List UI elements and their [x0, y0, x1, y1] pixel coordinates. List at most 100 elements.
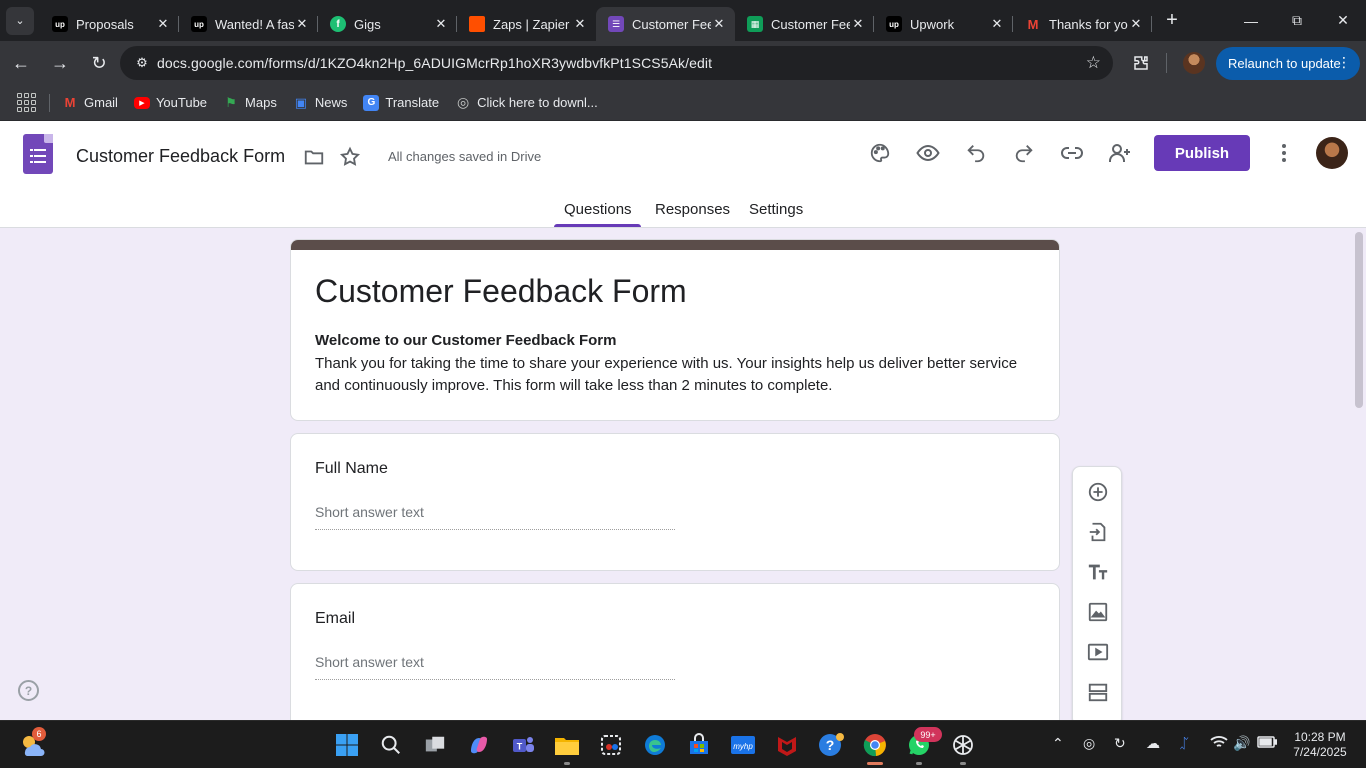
sync-icon[interactable]: ↻: [1114, 735, 1126, 752]
help-icon[interactable]: ?: [18, 680, 39, 701]
page-scrollbar[interactable]: [1355, 232, 1363, 408]
bookmark-label: Maps: [245, 95, 277, 110]
new-tab-button[interactable]: +: [1158, 7, 1186, 35]
add-image-icon[interactable]: [1085, 599, 1111, 625]
form-description-heading[interactable]: Welcome to our Customer Feedback Form: [315, 332, 616, 349]
volume-icon[interactable]: 🔊: [1233, 735, 1250, 752]
microsoft-store-icon[interactable]: [685, 731, 713, 759]
publish-button[interactable]: Publish: [1154, 135, 1250, 171]
question-title[interactable]: Email: [315, 610, 355, 628]
bookmark-translate[interactable]: G Translate: [363, 94, 439, 111]
close-icon[interactable]: ✕: [294, 16, 310, 32]
site-info-icon[interactable]: ⚙: [128, 55, 156, 71]
file-explorer-icon[interactable]: [553, 731, 581, 759]
customize-theme-icon[interactable]: [864, 137, 896, 169]
close-icon[interactable]: ✕: [711, 16, 727, 32]
tab-questions[interactable]: Questions: [564, 201, 632, 218]
preview-eye-icon[interactable]: [912, 137, 944, 169]
copilot-icon[interactable]: [465, 731, 493, 759]
reload-button[interactable]: ↻: [81, 45, 117, 81]
tab-search-chevron-icon[interactable]: ⌄: [6, 6, 34, 35]
active-tab-indicator: [554, 224, 641, 227]
add-collaborator-icon[interactable]: [1104, 137, 1136, 169]
browser-tab[interactable]: Zaps | Zapier ✕: [457, 7, 596, 41]
task-view-icon[interactable]: [421, 731, 449, 759]
edge-icon[interactable]: [641, 731, 669, 759]
minimize-button[interactable]: —: [1228, 0, 1274, 41]
mcafee-icon[interactable]: [773, 731, 801, 759]
bookmark-news[interactable]: ▣ News: [293, 95, 348, 111]
relaunch-button[interactable]: Relaunch to update ⋮: [1216, 47, 1360, 80]
browser-tab[interactable]: up Wanted! A fast-paced ✕: [179, 7, 318, 41]
form-title[interactable]: Customer Feedback Form: [315, 273, 687, 310]
close-icon[interactable]: ✕: [433, 16, 449, 32]
chrome-icon[interactable]: [861, 731, 889, 759]
get-help-icon[interactable]: ?: [817, 731, 845, 759]
wifi-icon[interactable]: [1210, 735, 1228, 752]
move-to-folder-icon[interactable]: [298, 141, 330, 173]
form-description[interactable]: Thank you for taking the time to share y…: [315, 353, 1045, 397]
back-button[interactable]: ←: [3, 45, 39, 81]
close-icon[interactable]: ✕: [989, 16, 1005, 32]
question-card[interactable]: Email Short answer text: [290, 583, 1060, 720]
show-hidden-icons-chevron-icon[interactable]: ⌃: [1052, 735, 1064, 752]
profile-avatar[interactable]: [1183, 52, 1205, 74]
onedrive-cloud-icon[interactable]: ☁: [1146, 735, 1160, 752]
bookmark-maps[interactable]: ⚑ Maps: [223, 95, 277, 111]
close-icon[interactable]: ✕: [1128, 16, 1144, 32]
windows-start-icon[interactable]: [333, 731, 361, 759]
close-icon[interactable]: ✕: [850, 16, 866, 32]
form-title-card[interactable]: Customer Feedback Form Welcome to our Cu…: [290, 239, 1060, 421]
tab-settings[interactable]: Settings: [749, 201, 803, 218]
system-clock[interactable]: 10:28 PM 7/24/2025: [1290, 730, 1350, 760]
address-bar[interactable]: ⚙ docs.google.com/forms/d/1KZO4kn2Hp_6AD…: [120, 46, 1113, 80]
snipping-tool-icon[interactable]: [597, 731, 625, 759]
account-avatar[interactable]: [1316, 137, 1348, 169]
import-questions-icon[interactable]: [1085, 519, 1111, 545]
add-question-icon[interactable]: [1085, 479, 1111, 505]
question-card[interactable]: Full Name Short answer text: [290, 433, 1060, 571]
document-title[interactable]: Customer Feedback Form: [76, 146, 285, 167]
apps-grid-icon[interactable]: [17, 92, 37, 113]
location-icon[interactable]: ◎: [1083, 735, 1095, 752]
short-answer-placeholder: Short answer text: [315, 504, 675, 530]
question-title[interactable]: Full Name: [315, 460, 388, 478]
restore-button[interactable]: ⧉: [1274, 0, 1320, 41]
browser-tab[interactable]: up Proposals ✕: [40, 7, 179, 41]
browser-tab[interactable]: up Upwork ✕: [874, 7, 1013, 41]
bluetooth-icon[interactable]: ᛢ: [1180, 735, 1188, 751]
extensions-icon[interactable]: [1127, 48, 1155, 78]
bookmark-label: Gmail: [84, 95, 118, 110]
myhp-icon[interactable]: myhp: [729, 731, 757, 759]
close-icon[interactable]: ✕: [155, 16, 171, 32]
tab-responses[interactable]: Responses: [655, 201, 730, 218]
add-section-icon[interactable]: [1085, 679, 1111, 705]
bookmark-youtube[interactable]: ▶ YouTube: [133, 95, 207, 110]
close-window-button[interactable]: ✕: [1320, 0, 1366, 41]
url-text[interactable]: docs.google.com/forms/d/1KZO4kn2Hp_6ADUI…: [157, 55, 712, 71]
maps-icon: ⚑: [225, 94, 237, 110]
browser-tab[interactable]: M Thanks for your order ✕: [1013, 7, 1152, 41]
undo-icon[interactable]: [960, 137, 992, 169]
redo-icon[interactable]: [1008, 137, 1040, 169]
more-options-icon[interactable]: [1268, 137, 1300, 169]
browser-tab[interactable]: f Gigs ✕: [318, 7, 457, 41]
close-icon[interactable]: ✕: [572, 16, 588, 32]
link-icon[interactable]: [1056, 137, 1088, 169]
bookmark-gmail[interactable]: M Gmail: [62, 95, 118, 111]
search-icon[interactable]: [377, 731, 405, 759]
add-video-icon[interactable]: [1085, 639, 1111, 665]
google-forms-logo[interactable]: [23, 134, 53, 174]
browser-toolbar: ← → ↻ ⚙ docs.google.com/forms/d/1KZO4kn2…: [0, 41, 1366, 85]
windows-taskbar: 6 T myhp ? 99+ ⌃ ◎ ↻ ☁ ᛢ 🔊 10:28 PM 7/24…: [0, 720, 1366, 768]
battery-icon[interactable]: [1257, 735, 1278, 751]
star-icon[interactable]: [334, 141, 366, 173]
forward-button[interactable]: →: [42, 45, 78, 81]
teams-icon[interactable]: T: [509, 731, 537, 759]
chatgpt-icon[interactable]: [949, 731, 977, 759]
browser-tab[interactable]: ▦ Customer Feedback Form (Responses) ✕: [735, 7, 874, 41]
bookmark-star-icon[interactable]: ☆: [1086, 53, 1101, 73]
bookmark-download[interactable]: ◎ Click here to downl...: [455, 94, 598, 111]
add-title-icon[interactable]: [1085, 559, 1111, 585]
browser-tab-active[interactable]: ☰ Customer Feedback Form ✕: [596, 7, 735, 41]
